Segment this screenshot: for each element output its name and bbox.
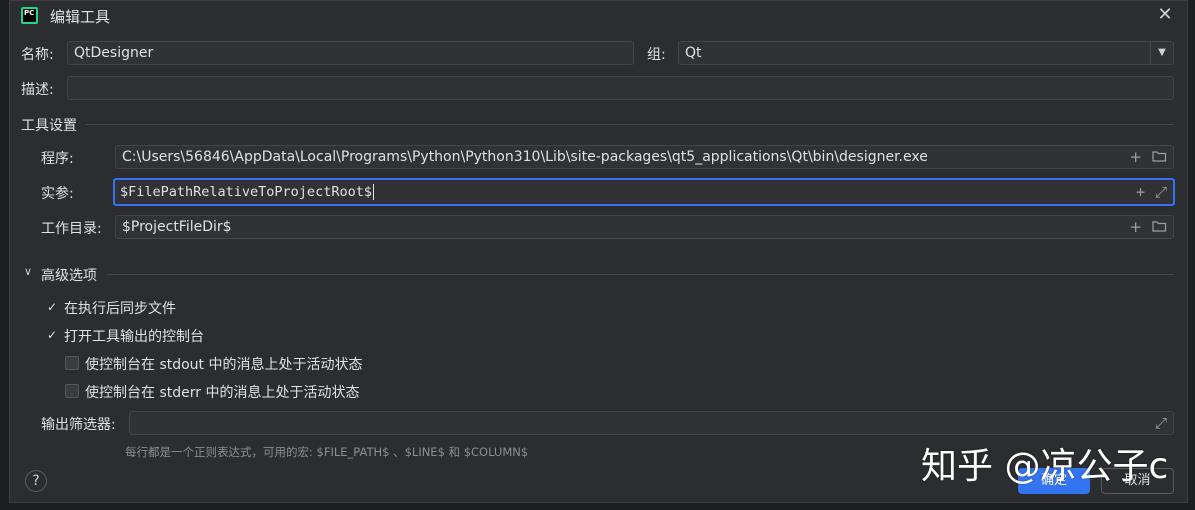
section-divider	[86, 124, 1174, 125]
group-combobox[interactable]: Qt ▼	[678, 41, 1174, 65]
folder-icon[interactable]	[1152, 150, 1167, 165]
stdout-activate-label: 使控制台在 stdout 中的消息上处于活动状态	[85, 357, 363, 373]
stderr-activate-label: 使控制台在 stderr 中的消息上处于活动状态	[85, 385, 360, 401]
workdir-field[interactable]: $ProjectFileDir$ +	[115, 215, 1174, 239]
output-filter-field[interactable]: ⤢	[129, 411, 1174, 435]
sync-files-checkbox[interactable]: ✓	[45, 300, 59, 314]
open-console-checkbox[interactable]: ✓	[45, 328, 59, 342]
app-icon-text: PC	[23, 9, 36, 22]
folder-icon[interactable]	[1152, 220, 1167, 235]
plus-icon[interactable]: +	[1136, 184, 1145, 200]
expand-icon[interactable]: ⤢	[1155, 415, 1167, 431]
stderr-activate-checkbox[interactable]	[65, 384, 79, 398]
chevron-down-icon[interactable]: ▼	[1150, 42, 1173, 64]
name-field[interactable]: QtDesigner	[67, 41, 634, 65]
arguments-field-value: $FilePathRelativeToProjectRoot$	[120, 184, 372, 200]
advanced-options-title[interactable]: 高级选项	[41, 265, 97, 285]
workdir-label: 工作目录:	[41, 221, 102, 237]
tool-settings-title: 工具设置	[21, 118, 77, 134]
help-button[interactable]: ?	[25, 470, 47, 492]
edit-tool-dialog: PC 编辑工具 ✕ 名称: QtDesigner 组: Qt ▼ 描述: 工具设…	[9, 0, 1188, 503]
chevron-down-icon[interactable]: ∨	[24, 265, 32, 278]
expand-icon[interactable]: ⤢	[1155, 184, 1167, 200]
program-label: 程序:	[41, 151, 74, 167]
text-caret	[372, 184, 374, 200]
close-icon[interactable]: ✕	[1155, 5, 1175, 25]
arguments-label: 实参:	[41, 186, 74, 202]
description-label: 描述:	[21, 82, 54, 98]
description-field[interactable]	[67, 76, 1174, 100]
output-filter-label: 输出筛选器:	[41, 417, 116, 433]
group-combobox-value: Qt	[685, 45, 702, 61]
plus-icon[interactable]: +	[1129, 219, 1142, 235]
program-field-value: C:\Users\56846\AppData\Local\Programs\Py…	[122, 149, 928, 165]
name-label: 名称:	[21, 47, 54, 63]
background-window-edge	[0, 0, 9, 510]
output-filter-hint: 每行都是一个正则表达式，可用的宏: $FILE_PATH$ 、$LINE$ 和 …	[125, 445, 529, 459]
stdout-activate-checkbox[interactable]	[65, 356, 79, 370]
name-field-value: QtDesigner	[74, 45, 154, 61]
arguments-field[interactable]: $FilePathRelativeToProjectRoot$ + ⤢	[113, 178, 1175, 206]
open-console-label: 打开工具输出的控制台	[64, 329, 204, 345]
dialog-title: 编辑工具	[50, 8, 111, 26]
pycharm-icon: PC	[21, 7, 38, 24]
program-field[interactable]: C:\Users\56846\AppData\Local\Programs\Py…	[115, 145, 1174, 169]
sync-files-label: 在执行后同步文件	[64, 301, 176, 317]
watermark-text: 知乎 @凉公子c	[921, 446, 1169, 487]
plus-icon[interactable]: +	[1129, 149, 1142, 165]
section-divider	[107, 274, 1174, 275]
workdir-field-value: $ProjectFileDir$	[122, 219, 232, 235]
group-label: 组:	[647, 47, 666, 63]
